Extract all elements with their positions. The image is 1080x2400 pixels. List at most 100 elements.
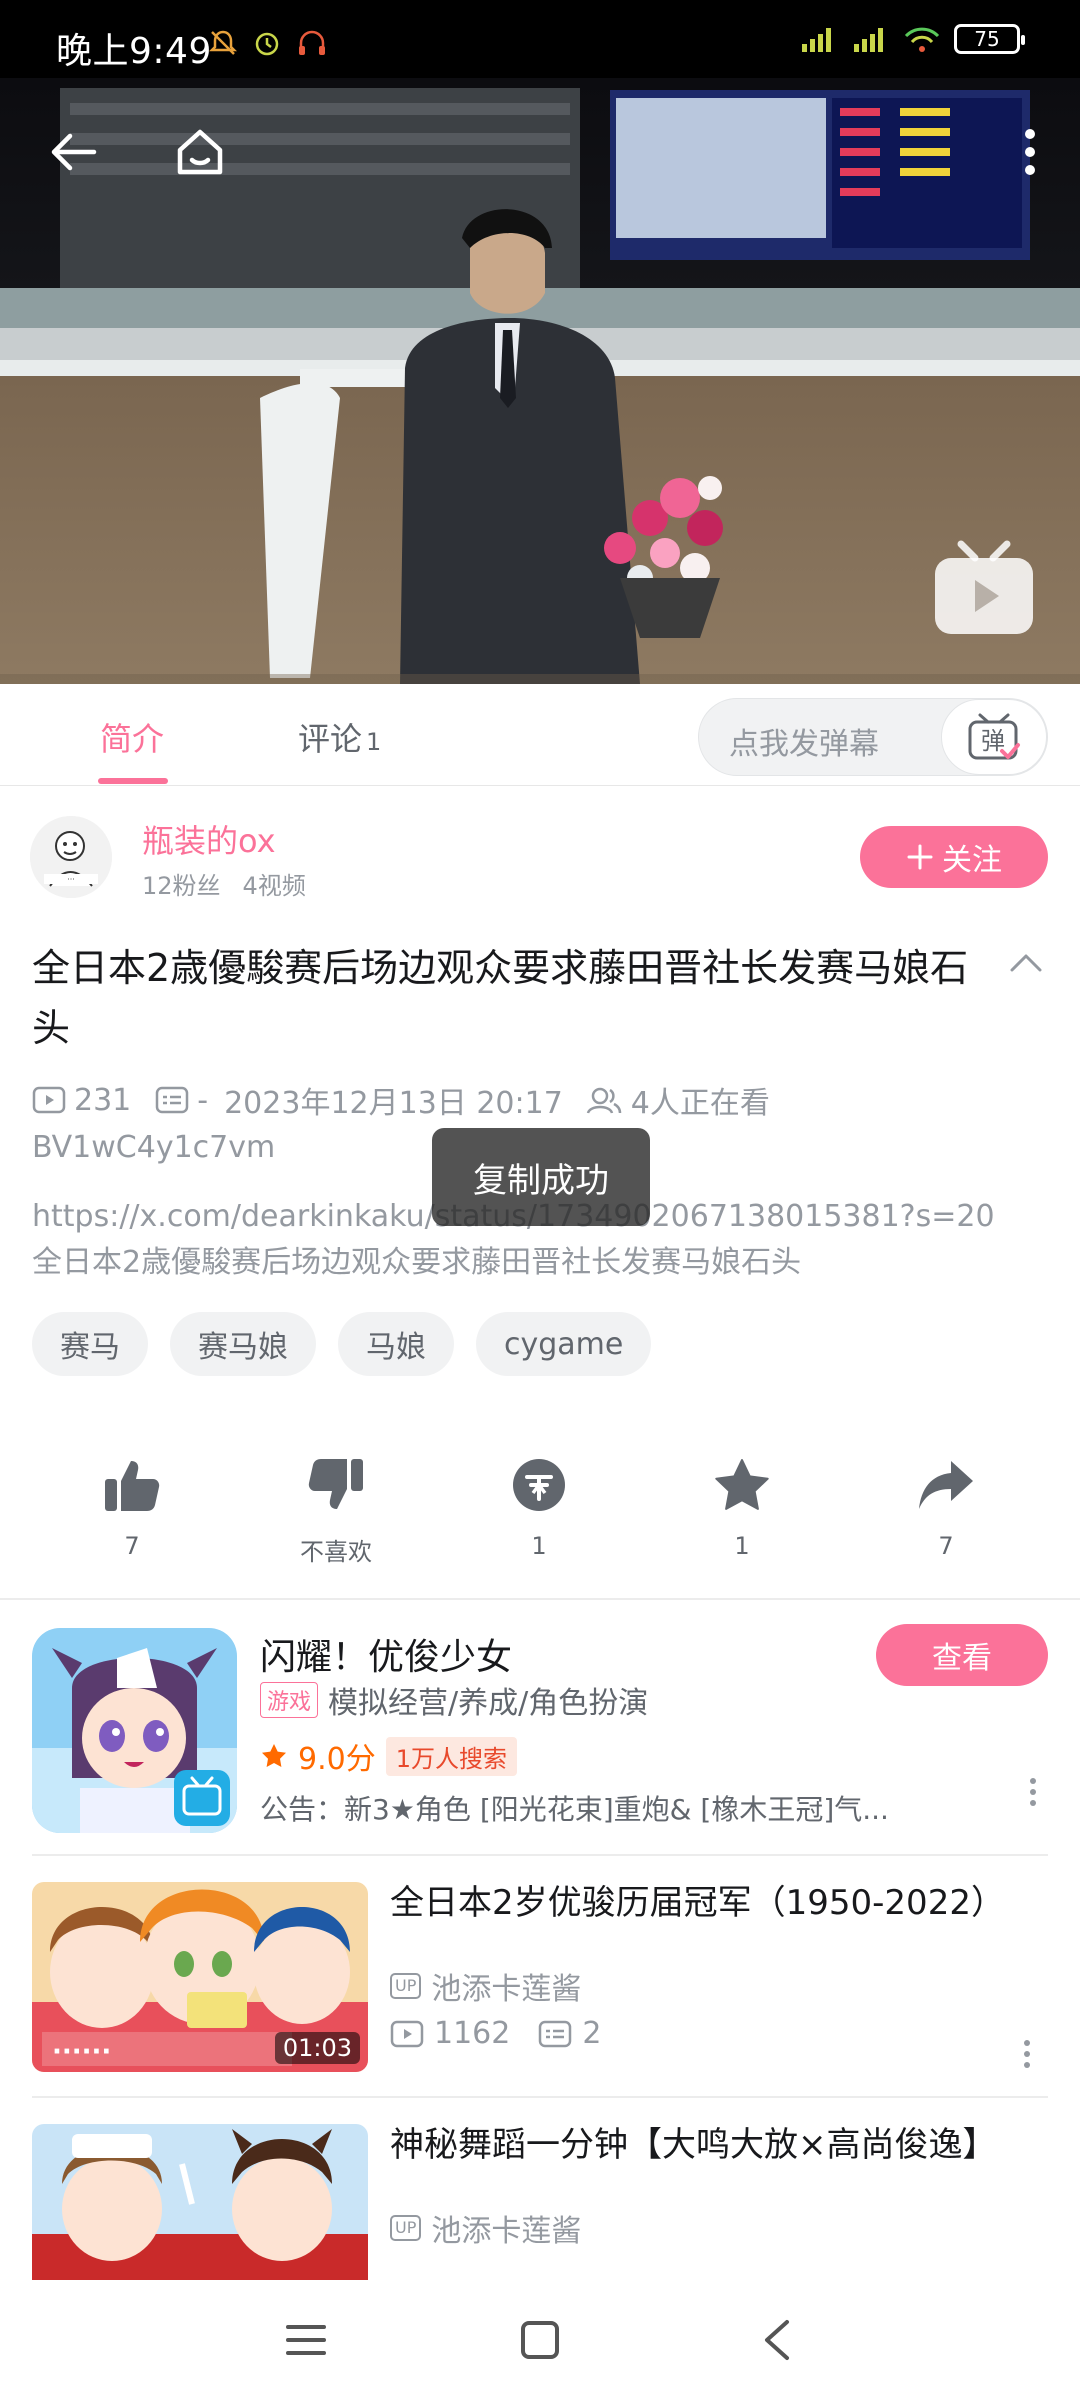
related-video-duration: 01:03: [274, 2032, 360, 2064]
tag-item[interactable]: 赛马娘: [170, 1312, 316, 1376]
video-meta: 231 - 2023年12月13日 20:17 4人正在看: [32, 1078, 770, 1122]
home-icon: [177, 129, 223, 175]
nav-back-button[interactable]: [746, 2310, 806, 2370]
game-more-button[interactable]: [1018, 1772, 1048, 1812]
uploader-fans: 12粉丝: [142, 872, 221, 900]
related-more-button[interactable]: [1012, 2034, 1042, 2074]
avatar-image: ···: [30, 816, 112, 898]
danmaku-count-icon: [539, 2020, 572, 2047]
game-rating-row: 9.0分 1万人搜索: [260, 1734, 517, 1778]
favorite-button[interactable]: 1: [662, 1450, 822, 1560]
related-video-author: 池添卡莲酱: [431, 1972, 582, 2007]
related-video-views: 1162: [434, 2016, 511, 2051]
coin-button[interactable]: 1: [459, 1450, 619, 1560]
tab-comments[interactable]: 评论 1: [298, 714, 381, 760]
star-icon: [715, 1459, 769, 1510]
bilibili-tv-icon: [935, 540, 1033, 634]
collapse-button[interactable]: [1008, 950, 1044, 978]
view-game-button[interactable]: 查看: [876, 1624, 1048, 1686]
square-home-icon: [521, 2321, 559, 2359]
status-system-icons: 75: [798, 24, 1025, 54]
related-video-author: 池添卡莲酱: [431, 2214, 582, 2249]
more-vertical-icon: [1025, 129, 1035, 175]
video-player[interactable]: [0, 78, 1080, 684]
related-video-item[interactable]: 神秘舞蹈一分钟【大鸣大放×高尚俊逸】 UP 池添卡莲酱: [0, 2098, 1080, 2280]
publish-datetime: 2023年12月13日 20:17: [224, 1086, 563, 1121]
avatar[interactable]: ···: [30, 816, 112, 898]
chevron-left-icon: [765, 2320, 789, 2360]
tab-comments-label: 评论: [298, 720, 363, 758]
game-genre: 模拟经营/养成/角色扮演: [328, 1686, 649, 1721]
battery-indicator: 75: [954, 24, 1025, 54]
share-count: 7: [938, 1532, 954, 1560]
related-video-title: 全日本2岁优骏历届冠军（1950-2022）: [390, 1883, 1005, 1923]
uploader-name[interactable]: 瓶装的ox: [142, 816, 276, 862]
tag-item[interactable]: 马娘: [338, 1312, 454, 1376]
coin-icon: [513, 1459, 565, 1511]
thumbs-up-icon: [105, 1461, 160, 1511]
uploader-section: ··· 瓶装的ox 12粉丝 4视频 关注: [0, 786, 1080, 918]
plus-icon: [907, 844, 933, 870]
tag-item[interactable]: cygame: [476, 1312, 652, 1376]
nav-menu-button[interactable]: [276, 2310, 336, 2370]
svg-text:······: ······: [52, 2037, 111, 2067]
thumbs-down-icon: [308, 1459, 363, 1509]
system-navigation-bar: [0, 2280, 1080, 2400]
danmaku-count-icon: [156, 1086, 189, 1114]
danmaku-count: -: [197, 1082, 209, 1118]
back-button[interactable]: [38, 116, 110, 188]
game-title: 闪耀！优俊少女: [260, 1637, 513, 1678]
tab-intro[interactable]: 简介: [100, 714, 164, 760]
game-card[interactable]: 闪耀！优俊少女 游戏 模拟经营/养成/角色扮演 9.0分 1万人搜索 公告：新3…: [0, 1602, 1080, 1852]
favorite-count: 1: [734, 1532, 750, 1560]
related-video-thumbnail[interactable]: ······ 01:03: [32, 1882, 368, 2072]
related-video-danmaku: 2: [582, 2016, 602, 2051]
play-count-icon: [32, 1086, 66, 1114]
svg-text:···: ···: [67, 875, 75, 884]
game-notice: 公告：新3★角色 [阳光花束]重炮& [橡木王冠]气...: [260, 1793, 889, 1826]
tag-item[interactable]: 赛马: [32, 1312, 148, 1376]
nav-home-button[interactable]: [510, 2310, 570, 2370]
alarm-icon: [255, 32, 279, 56]
bell-muted-icon: [208, 30, 238, 55]
related-video-author-row: UP 池添卡莲酱: [390, 1964, 581, 2008]
tab-comments-count: 1: [366, 728, 382, 756]
more-options-button[interactable]: [994, 116, 1066, 188]
dislike-button[interactable]: 不喜欢: [256, 1450, 416, 1567]
related-video-item[interactable]: ······ 01:03 全日本2岁优骏历届冠军（1950-2022） UP 池…: [0, 1856, 1080, 2096]
status-bar: 晚上9:49 75: [0, 0, 1080, 78]
signal-hd-icon-2: [854, 28, 883, 52]
menu-icon: [286, 2325, 326, 2355]
game-genre-row: 游戏 模拟经营/养成/角色扮演: [260, 1678, 648, 1722]
related-thumbnail-image: [32, 2124, 368, 2280]
danmaku-icon: 弹: [968, 713, 1020, 760]
game-rating: 9.0分: [298, 1742, 376, 1777]
game-badge: 游戏: [260, 1682, 319, 1718]
uploader-videos: 4视频: [242, 872, 306, 900]
related-video-author-row: UP 池添卡莲酱: [390, 2206, 581, 2250]
tab-intro-label: 简介: [100, 720, 165, 758]
dislike-label: 不喜欢: [300, 1538, 372, 1566]
game-icon[interactable]: [32, 1628, 237, 1833]
copy-success-toast: 复制成功: [432, 1128, 650, 1226]
back-arrow-icon: [51, 133, 97, 171]
share-button[interactable]: 7: [866, 1450, 1026, 1560]
search-count-badge: 1万人搜索: [385, 1736, 517, 1776]
like-count: 7: [124, 1532, 140, 1560]
follow-button[interactable]: 关注: [860, 826, 1048, 888]
bvid[interactable]: BV1wC4y1c7vm: [32, 1130, 275, 1165]
video-frame: [0, 78, 1080, 684]
danmaku-toggle-button[interactable]: 弹: [941, 699, 1047, 775]
status-time: 晚上9:49: [56, 31, 212, 72]
coin-count: 1: [531, 1532, 547, 1560]
game-cover-image: [32, 1628, 237, 1833]
uploader-stats: 12粉丝 4视频: [142, 866, 306, 901]
related-video-thumbnail[interactable]: [32, 2124, 368, 2280]
rating-star-icon: [262, 1744, 286, 1767]
home-button[interactable]: [164, 116, 236, 188]
section-divider: [0, 1598, 1080, 1600]
play-button[interactable]: [924, 528, 1044, 648]
headphones-icon: [299, 30, 325, 55]
like-button[interactable]: 7: [52, 1450, 212, 1560]
danmaku-input[interactable]: 点我发弹幕 弹: [698, 698, 1048, 776]
